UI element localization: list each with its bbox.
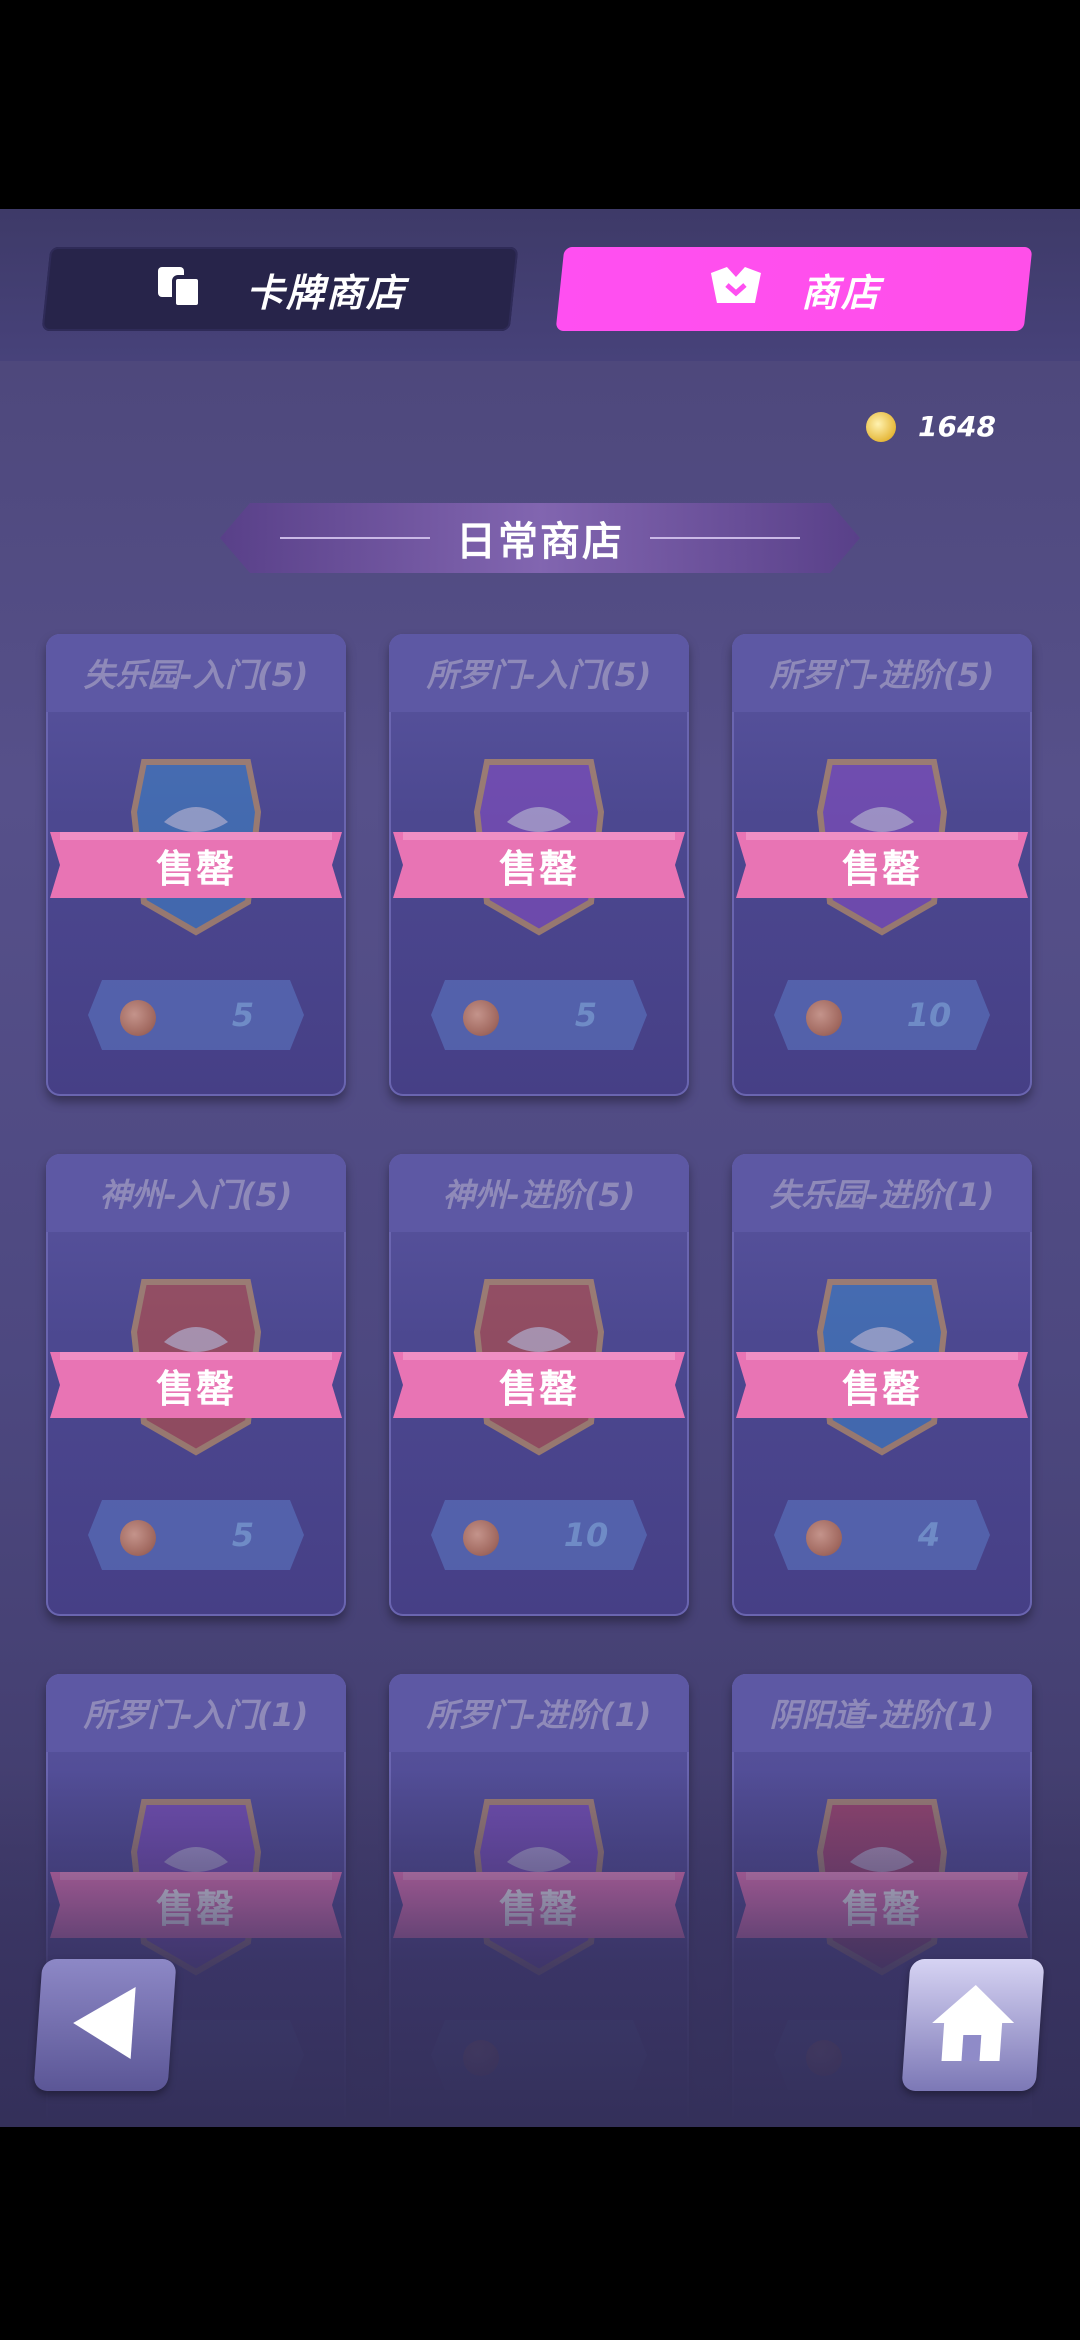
- item-name: 阴阳道-进阶(1): [769, 1696, 995, 1734]
- price-value: 5: [231, 1516, 255, 1554]
- shop-item-card[interactable]: 所罗门-进阶(5) 售罄 10: [732, 634, 1032, 1096]
- sold-out-label: 售罄: [841, 846, 922, 891]
- shop-icon: [707, 262, 765, 316]
- card-header: 阴阳道-进阶(1): [732, 1674, 1032, 1752]
- copper-coin-icon: [463, 1000, 499, 1036]
- item-name: 所罗门-入门(5): [426, 656, 652, 694]
- back-arrow-icon: [70, 1987, 139, 2063]
- card-header: 所罗门-入门(5): [389, 634, 689, 712]
- sold-out-ribbon-text-area: 售罄: [50, 1352, 342, 1418]
- item-name: 失乐园-进阶(1): [769, 1176, 995, 1214]
- item-name: 神州-进阶(5): [442, 1176, 636, 1214]
- sold-out-label: 售罄: [155, 1366, 236, 1411]
- price-value: 5: [231, 996, 255, 1034]
- sold-out-label: 售罄: [155, 846, 236, 891]
- section-title: 日常商店: [456, 519, 624, 565]
- item-name: 神州-入门(5): [99, 1176, 293, 1214]
- back-button[interactable]: [33, 1959, 177, 2091]
- copper-coin-icon: [120, 1000, 156, 1036]
- tab-card-shop[interactable]: 卡牌商店: [41, 247, 519, 331]
- home-button[interactable]: [901, 1959, 1045, 2091]
- shop-screen: 卡牌商店 商店 1648 日常商店 失乐园-入门(5) 售罄 5 所罗门-入门(…: [0, 209, 1080, 2127]
- currency-amount: 1648: [918, 410, 996, 443]
- price-tag: 5: [431, 980, 647, 1050]
- sold-out-label: 售罄: [841, 1366, 922, 1411]
- price-value: 10: [563, 1516, 609, 1554]
- price-tag: 4: [774, 1500, 990, 1570]
- card-header: 所罗门-进阶(5): [732, 634, 1032, 712]
- tab-shop[interactable]: 商店: [555, 247, 1033, 331]
- price-value: 10: [906, 996, 952, 1034]
- card-header: 神州-进阶(5): [389, 1154, 689, 1232]
- card-header: 失乐园-入门(5): [46, 634, 346, 712]
- shop-item-card[interactable]: 神州-进阶(5) 售罄 10: [389, 1154, 689, 1616]
- copper-coin-icon: [463, 1520, 499, 1556]
- item-name: 所罗门-进阶(5): [769, 656, 995, 694]
- sold-out-ribbon-text-area: 售罄: [393, 1352, 685, 1418]
- price-value: 5: [574, 996, 598, 1034]
- shop-item-card[interactable]: 所罗门-入门(5) 售罄 5: [389, 634, 689, 1096]
- sold-out-ribbon-text-area: 售罄: [736, 832, 1028, 898]
- price-tag: 5: [88, 980, 304, 1050]
- section-banner: 日常商店: [220, 503, 860, 573]
- shop-item-card[interactable]: 失乐园-进阶(1) 售罄 4: [732, 1154, 1032, 1616]
- sold-out-ribbon-text-area: 售罄: [50, 832, 342, 898]
- copper-coin-icon: [806, 1000, 842, 1036]
- price-tag: 10: [774, 980, 990, 1050]
- card-header: 所罗门-入门(1): [46, 1674, 346, 1752]
- copper-coin-icon: [806, 1520, 842, 1556]
- sold-out-ribbon-text-area: 售罄: [736, 1352, 1028, 1418]
- card-header: 神州-入门(5): [46, 1154, 346, 1232]
- card-header: 失乐园-进阶(1): [732, 1154, 1032, 1232]
- tab-shop-label: 商店: [800, 270, 881, 315]
- price-value: 4: [917, 1516, 941, 1554]
- currency-display: 1648: [866, 410, 996, 443]
- copper-coin-icon: [120, 1520, 156, 1556]
- shop-item-card[interactable]: 失乐园-入门(5) 售罄 5: [46, 634, 346, 1096]
- top-tab-bar: 卡牌商店 商店: [0, 209, 1080, 361]
- sold-out-label: 售罄: [498, 846, 579, 891]
- item-name: 所罗门-进阶(1): [426, 1696, 652, 1734]
- gold-coin-icon: [866, 411, 896, 442]
- sold-out-ribbon-text-area: 售罄: [393, 832, 685, 898]
- price-tag: 10: [431, 1500, 647, 1570]
- card-header: 所罗门-进阶(1): [389, 1674, 689, 1752]
- price-tag: 5: [88, 1500, 304, 1570]
- shop-item-card[interactable]: 神州-入门(5) 售罄 5: [46, 1154, 346, 1616]
- cards-icon: [154, 261, 210, 317]
- item-name: 所罗门-入门(1): [83, 1696, 309, 1734]
- sold-out-label: 售罄: [498, 1366, 579, 1411]
- home-icon: [927, 1983, 1019, 2067]
- item-name: 失乐园-入门(5): [83, 656, 309, 694]
- tab-card-shop-label: 卡牌商店: [245, 270, 406, 315]
